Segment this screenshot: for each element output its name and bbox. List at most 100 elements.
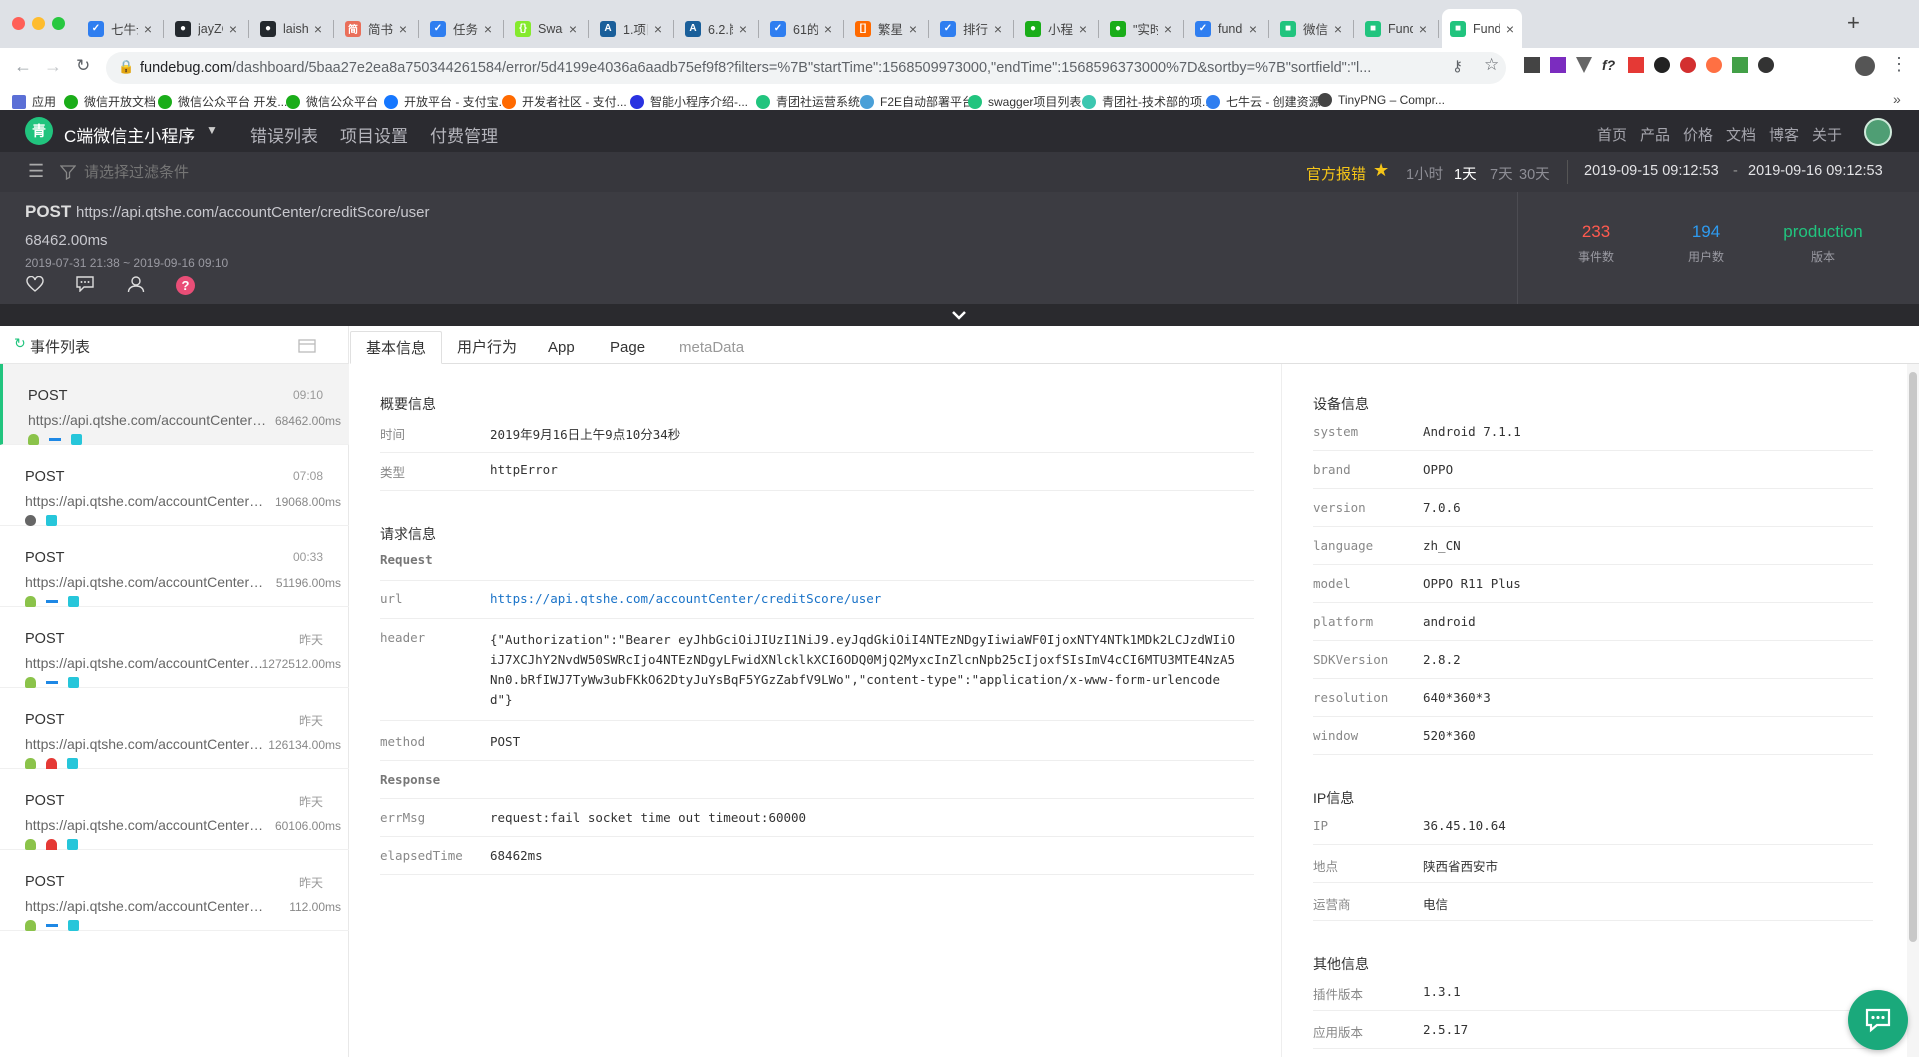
browser-tab[interactable]: ✓ 61的团 ×	[762, 9, 840, 48]
vue-extension-icon[interactable]	[1576, 57, 1592, 73]
tab-close-icon[interactable]: ×	[824, 21, 832, 37]
project-name[interactable]: C端微信主小程序	[64, 122, 195, 147]
forward-icon[interactable]: →	[44, 56, 62, 77]
app-logo-icon[interactable]: 青	[25, 117, 53, 145]
tab-close-icon[interactable]: ×	[739, 21, 747, 37]
browser-tab[interactable]: A 6.2.岗 ×	[677, 9, 755, 48]
event-list-item[interactable]: POST 09:10 https://api.qtshe.com/accountCe…	[0, 364, 349, 445]
bookmarks-more-icon[interactable]: »	[1893, 91, 1901, 107]
nav-product[interactable]: 产品	[1640, 124, 1670, 145]
browser-tab[interactable]: ■ 微信小 ×	[1272, 9, 1350, 48]
user-avatar[interactable]	[1864, 118, 1892, 146]
nav-pricing[interactable]: 价格	[1683, 124, 1713, 145]
tab-close-icon[interactable]: ×	[1079, 21, 1087, 37]
tab-close-icon[interactable]: ×	[1506, 21, 1514, 37]
zoom-window-button[interactable]	[52, 17, 65, 30]
nav-blog[interactable]: 博客	[1769, 124, 1799, 145]
tab-close-icon[interactable]: ×	[1164, 21, 1172, 37]
tab-close-icon[interactable]: ×	[994, 21, 1002, 37]
star-icon[interactable]: ★	[1373, 160, 1389, 181]
function-extension-icon[interactable]: f?	[1602, 57, 1618, 73]
bookmark-item[interactable]: TinyPNG – Compr...	[1318, 93, 1445, 107]
filter-input[interactable]	[84, 159, 484, 185]
tab-close-icon[interactable]: ×	[229, 21, 237, 37]
nav-home[interactable]: 首页	[1597, 124, 1627, 145]
back-icon[interactable]: ←	[14, 56, 32, 77]
tab-close-icon[interactable]: ×	[909, 21, 917, 37]
bookmark-item[interactable]: swagger项目列表	[968, 93, 1081, 110]
event-list-item[interactable]: POST 昨天 https://api.qtshe.com/accountCente…	[0, 850, 349, 931]
ext-orange-icon[interactable]	[1706, 57, 1722, 73]
nav-billing[interactable]: 付费管理	[430, 122, 498, 147]
qr-extension-icon[interactable]	[1524, 57, 1540, 73]
scrollbar[interactable]	[1907, 364, 1919, 1057]
nav-about[interactable]: 关于	[1812, 124, 1842, 145]
tab-app[interactable]: App	[533, 331, 590, 364]
browser-tab[interactable]: {} Swagg ×	[507, 9, 585, 48]
browser-tab[interactable]: ✓ 七牛云 - ×	[80, 9, 160, 48]
event-list-item[interactable]: POST 昨天 https://api.qtshe.com/accountCente…	[0, 607, 349, 688]
nav-docs[interactable]: 文档	[1726, 124, 1756, 145]
ext-cors-icon[interactable]	[1732, 57, 1748, 73]
request-url-link[interactable]: https://api.qtshe.com/accountCenter/cred…	[490, 591, 881, 606]
bookmark-star-icon[interactable]: ☆	[1484, 55, 1499, 75]
tab-basic-info[interactable]: 基本信息	[350, 331, 443, 364]
tab-close-icon[interactable]: ×	[399, 21, 407, 37]
browser-tab[interactable]: [] 繁星计 ×	[847, 9, 925, 48]
tab-metadata[interactable]: metaData	[664, 331, 759, 364]
tab-close-icon[interactable]: ×	[484, 21, 492, 37]
tab-close-icon[interactable]: ×	[654, 21, 662, 37]
refresh-icon[interactable]: ↻	[14, 335, 26, 352]
ext-red-icon[interactable]	[1628, 57, 1644, 73]
start-time[interactable]: 2019-09-15 09:12:53	[1584, 163, 1719, 179]
bookmark-item[interactable]: 应用	[12, 93, 56, 110]
event-list-item[interactable]: POST 00:33 https://api.qtshe.com/accountCe…	[0, 526, 349, 607]
bookmark-item[interactable]: 七牛云 - 创建资源	[1206, 93, 1321, 110]
minimize-window-button[interactable]	[32, 17, 45, 30]
range-1h[interactable]: 1小时	[1406, 163, 1443, 184]
browser-tab[interactable]: ✓ fundeb ×	[1187, 9, 1265, 48]
tab-close-icon[interactable]: ×	[1419, 21, 1427, 37]
browser-menu-icon[interactable]: ⋮	[1890, 54, 1908, 75]
browser-tab[interactable]: ● laishiwei ×	[252, 9, 330, 48]
browser-tab[interactable]: ● 小程序 ×	[1017, 9, 1095, 48]
chevron-down-icon[interactable]	[951, 310, 967, 320]
browser-tab[interactable]: A 1.项目 ×	[592, 9, 670, 48]
browser-tab[interactable]: 简简书 - ×	[337, 9, 415, 48]
scrollbar-thumb[interactable]	[1909, 372, 1917, 942]
range-1d[interactable]: 1天	[1454, 163, 1477, 184]
tab-close-icon[interactable]: ×	[144, 21, 152, 37]
browser-tab[interactable]: ✓ 任务例 ×	[422, 9, 500, 48]
bookmark-item[interactable]: 智能小程序介绍-...	[630, 93, 748, 110]
calendar-icon[interactable]	[298, 338, 316, 353]
browser-tab[interactable]: ■ Fundeb ×	[1442, 9, 1522, 48]
heart-icon[interactable]	[26, 276, 44, 292]
bookmark-item[interactable]: 开发者社区 - 支付...	[502, 93, 627, 110]
project-dropdown-icon[interactable]: ▼	[206, 123, 218, 137]
end-time[interactable]: 2019-09-16 09:12:53	[1748, 163, 1883, 179]
bookmark-item[interactable]: 青团社运营系统	[756, 93, 860, 110]
ext-black-icon[interactable]	[1654, 57, 1670, 73]
browser-tab[interactable]: ● "实时 ×	[1102, 9, 1180, 48]
range-30d[interactable]: 30天	[1519, 163, 1550, 184]
tab-page[interactable]: Page	[595, 331, 660, 364]
reload-icon[interactable]: ↻	[76, 56, 90, 76]
profile-avatar-icon[interactable]	[1855, 56, 1875, 76]
chat-support-button[interactable]	[1848, 990, 1908, 1050]
event-list-item[interactable]: POST 昨天 https://api.qtshe.com/accountCente…	[0, 688, 349, 769]
tab-close-icon[interactable]: ×	[314, 21, 322, 37]
range-7d[interactable]: 7天	[1490, 163, 1513, 184]
tab-close-icon[interactable]: ×	[1334, 21, 1342, 37]
browser-tab[interactable]: ✓ 排行榜 ×	[932, 9, 1010, 48]
bookmark-item[interactable]: 微信公众平台	[286, 93, 378, 110]
tab-close-icon[interactable]: ×	[1249, 21, 1257, 37]
nav-error-list[interactable]: 错误列表	[250, 122, 318, 147]
bookmark-item[interactable]: 青团社-技术部的项...	[1082, 93, 1212, 110]
bookmark-item[interactable]: 微信公众平台 开发...	[158, 93, 287, 110]
bookmark-item[interactable]: 微信开放文档	[64, 93, 156, 110]
event-list-item[interactable]: POST 昨天 https://api.qtshe.com/accountCente…	[0, 769, 349, 850]
browser-tab[interactable]: ● jayZOU/ ×	[167, 9, 245, 48]
address-bar[interactable]: 🔒 fundebug.com/dashboard/5baa27e2ea8a750…	[106, 52, 1506, 84]
ext-adblock-icon[interactable]	[1680, 57, 1696, 73]
bookmark-item[interactable]: 开放平台 - 支付宝...	[384, 93, 509, 110]
